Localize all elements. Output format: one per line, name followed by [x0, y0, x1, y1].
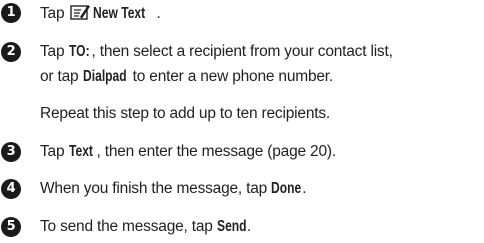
key-label: Send: [216, 218, 247, 235]
key-label: TO:: [68, 43, 90, 60]
note-text: Repeat this step to add up to ten recipi…: [40, 105, 330, 122]
step-text: , then select a recipient from your cont…: [91, 43, 393, 60]
step-number-icon: 1: [1, 3, 21, 23]
step-text: .: [246, 218, 251, 235]
step-number-icon: 2: [1, 42, 21, 62]
step-5-line: To send the message, tap Send.: [40, 217, 251, 237]
step-1-line: Tap New Text.: [40, 3, 161, 24]
key-label: Text: [68, 143, 93, 160]
step-text: Tap: [40, 5, 69, 22]
step-text: or tap: [40, 68, 83, 85]
step-4-line: When you finish the message, tap Done.: [40, 179, 307, 199]
step-number-icon: 4: [1, 179, 21, 199]
step-text: When you finish the message, tap: [40, 180, 272, 197]
new-text-icon: [69, 5, 90, 20]
step-3-line: Tap Text, then enter the message (page 2…: [40, 142, 336, 162]
step-text: To send the message, tap: [40, 218, 217, 235]
key-label: Dialpad: [82, 68, 127, 85]
step-2-line-1: Tap TO:, then select a recipient from yo…: [40, 42, 393, 62]
key-label: Done: [271, 180, 302, 197]
step-text: .: [302, 180, 307, 197]
step-text: Tap: [40, 43, 69, 60]
key-label: New Text: [92, 5, 145, 22]
step-text: to enter a new phone number.: [128, 68, 334, 85]
step-text: Tap: [40, 143, 69, 160]
step-text: , then enter the message (page 20).: [96, 143, 337, 160]
step-number-icon: 3: [1, 142, 21, 162]
step-text: .: [156, 5, 161, 22]
step-2-line-2: or tap Dialpad to enter a new phone numb…: [40, 67, 333, 87]
step-number-icon: 5: [1, 217, 21, 237]
